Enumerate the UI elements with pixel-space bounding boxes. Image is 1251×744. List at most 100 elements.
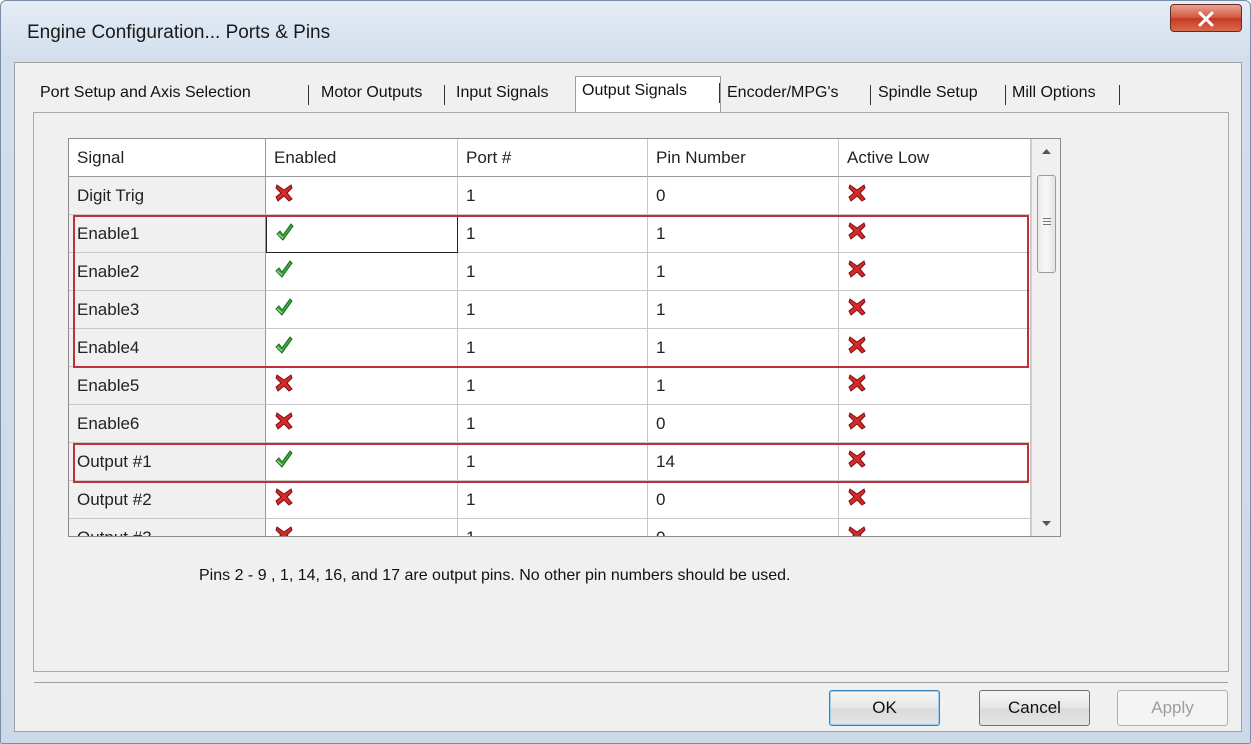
active-low-cell[interactable] [839,253,1031,291]
pin-number-cell[interactable]: 1 [648,329,839,367]
red-x-icon [848,184,866,202]
port-cell[interactable]: 1 [458,367,648,405]
table-row[interactable]: Digit Trig 1 0 [69,177,1031,215]
active-low-cell[interactable] [839,405,1031,443]
pin-number-cell[interactable]: 0 [648,405,839,443]
tab-motor-outputs[interactable]: Motor Outputs [315,79,445,109]
vertical-scrollbar[interactable] [1031,139,1060,536]
table-row[interactable]: Output #3 10 [69,519,1031,536]
active-low-cell[interactable] [839,519,1031,536]
signal-name-cell[interactable]: Output #1 [69,443,266,481]
scroll-up-arrow-icon [1042,149,1051,154]
ok-button[interactable]: OK [829,690,940,726]
enabled-cell[interactable] [266,367,458,405]
pin-number-cell[interactable]: 14 [648,443,839,481]
pin-number-cell[interactable]: 1 [648,215,839,253]
green-check-icon [275,260,293,278]
red-x-icon [275,488,293,506]
enabled-cell[interactable] [266,177,458,215]
pin-number-cell[interactable]: 1 [648,367,839,405]
red-x-icon [848,450,866,468]
table-row[interactable]: Output #1 1 14 [69,443,1031,481]
red-x-icon [848,298,866,316]
pin-number-cell[interactable]: 0 [648,481,839,519]
table-row[interactable]: Enable3 1 1 [69,291,1031,329]
pin-number-cell[interactable]: 1 [648,291,839,329]
title-bar: Engine Configuration... Ports & Pins [1,1,1250,63]
enabled-cell[interactable] [266,443,458,481]
red-x-icon [848,488,866,506]
port-cell[interactable]: 1 [458,329,648,367]
header-signal[interactable]: Signal [69,139,266,177]
signal-name-cell[interactable]: Output #2 [69,481,266,519]
enabled-cell[interactable] [266,405,458,443]
tab-output-signals[interactable]: Output Signals [575,76,721,112]
pin-number-cell[interactable]: 1 [648,253,839,291]
tab-input-signals[interactable]: Input Signals [450,79,575,109]
signal-name-cell[interactable]: Output #3 [69,519,266,536]
tab-encoder-mpgs[interactable]: Encoder/MPG's [721,79,871,109]
table-row[interactable]: Enable5 1 1 [69,367,1031,405]
button-separator [34,682,1228,683]
green-check-icon [275,450,293,468]
green-check-icon [276,223,294,241]
enabled-cell[interactable] [266,519,458,536]
tab-mill-options[interactable]: Mill Options [1006,79,1120,109]
port-cell[interactable]: 1 [458,519,648,536]
red-x-icon [275,526,293,536]
close-button[interactable] [1170,4,1242,32]
signal-name-cell[interactable]: Enable1 [69,215,266,253]
output-pins-note: Pins 2 - 9 , 1, 14, 16, and 17 are outpu… [199,567,791,584]
active-low-cell[interactable] [839,329,1031,367]
header-pin-number[interactable]: Pin Number [648,139,839,177]
red-x-icon [848,526,866,536]
signal-name-cell[interactable]: Enable3 [69,291,266,329]
pin-number-cell[interactable]: 0 [648,519,839,536]
active-low-cell[interactable] [839,215,1031,253]
active-low-cell[interactable] [839,443,1031,481]
apply-button[interactable]: Apply [1117,690,1228,726]
table-row[interactable]: Enable2 1 1 [69,253,1031,291]
signal-name-cell[interactable]: Enable5 [69,367,266,405]
tab-spindle-setup[interactable]: Spindle Setup [872,79,1006,109]
scroll-down-arrow-icon [1042,521,1051,526]
header-enabled[interactable]: Enabled [266,139,458,177]
red-x-icon [848,412,866,430]
active-low-cell[interactable] [839,367,1031,405]
table-row[interactable]: Enable4 1 1 [69,329,1031,367]
table-row[interactable]: Output #2 1 0 [69,481,1031,519]
port-cell[interactable]: 1 [458,177,648,215]
header-port[interactable]: Port # [458,139,648,177]
red-x-icon [848,336,866,354]
output-signals-grid[interactable]: Signal Enabled Port # Pin Number Active … [68,138,1061,537]
port-cell[interactable]: 1 [458,481,648,519]
tab-port-setup[interactable]: Port Setup and Axis Selection [34,79,309,109]
signal-name-cell[interactable]: Enable6 [69,405,266,443]
signal-name-cell[interactable]: Enable2 [69,253,266,291]
active-low-cell[interactable] [839,177,1031,215]
scroll-thumb[interactable] [1037,175,1056,273]
signal-name-cell[interactable]: Enable4 [69,329,266,367]
enabled-cell[interactable] [266,291,458,329]
port-cell[interactable]: 1 [458,253,648,291]
enabled-cell[interactable] [266,329,458,367]
table-row[interactable]: Enable6 1 0 [69,405,1031,443]
enabled-cell[interactable] [266,253,458,291]
enabled-cell[interactable] [266,481,458,519]
port-cell[interactable]: 1 [458,405,648,443]
red-x-icon [848,260,866,278]
scroll-down-button[interactable] [1032,512,1060,536]
header-active-low[interactable]: Active Low [839,139,1031,177]
signal-name-cell[interactable]: Digit Trig [69,177,266,215]
enabled-cell[interactable] [266,215,458,253]
active-low-cell[interactable] [839,481,1031,519]
pin-number-cell[interactable]: 0 [648,177,839,215]
scroll-up-button[interactable] [1032,139,1060,163]
port-cell[interactable]: 1 [458,291,648,329]
table-row[interactable]: Enable1 1 1 [69,215,1031,253]
green-check-icon [275,298,293,316]
cancel-button[interactable]: Cancel [979,690,1090,726]
port-cell[interactable]: 1 [458,215,648,253]
active-low-cell[interactable] [839,291,1031,329]
port-cell[interactable]: 1 [458,443,648,481]
